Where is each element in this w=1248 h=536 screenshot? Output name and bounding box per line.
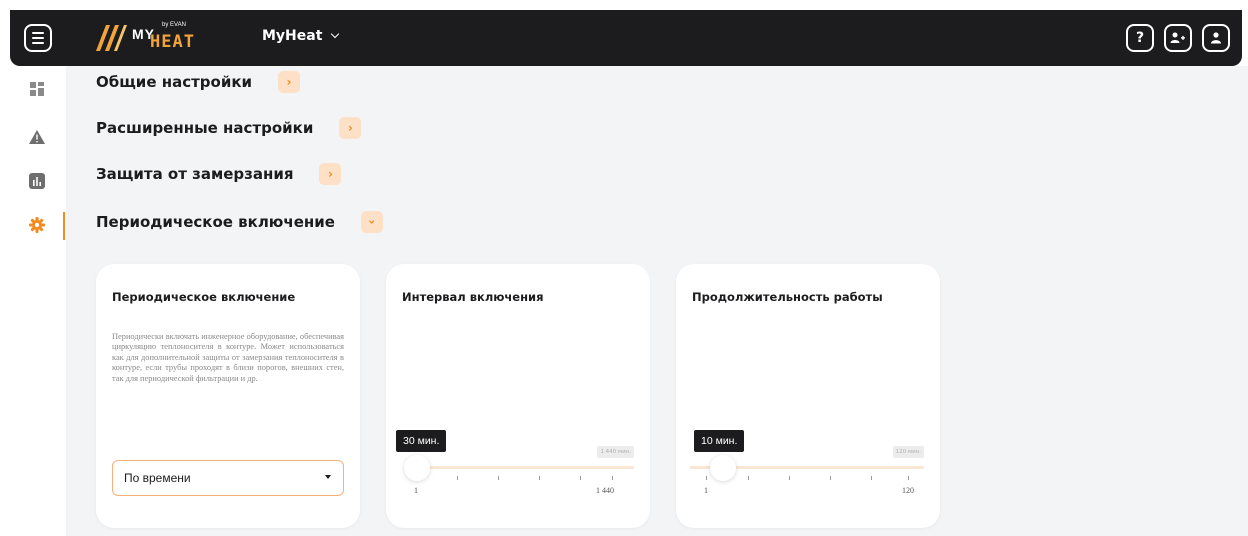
slider-max-label: 120: [902, 486, 914, 495]
duration-card: Продолжительность работы 10 мин. 120 мин…: [676, 264, 940, 528]
slider-track[interactable]: [404, 466, 634, 469]
slider-tick: [789, 476, 790, 480]
chevron-down-icon: [331, 29, 340, 39]
slider-max-chip: 1 440 мин.: [597, 446, 634, 458]
sidebar: [10, 66, 66, 536]
alert-icon: [29, 130, 45, 144]
chevron-right-icon[interactable]: ›: [319, 163, 342, 185]
mode-select-value: По времени: [124, 471, 191, 485]
slider-value-tooltip: 30 мин.: [396, 430, 447, 452]
section-title: Периодическое включение: [96, 213, 335, 231]
section-periodic[interactable]: Периодическое включение ›: [96, 211, 383, 233]
sidebar-active-indicator: [63, 212, 65, 240]
user-icon[interactable]: [1202, 24, 1230, 52]
slider-max-label: 1 440: [596, 486, 614, 495]
add-user-glyph: [1170, 32, 1185, 43]
dashboard-icon: [30, 82, 44, 96]
logo-heat: HEAT: [150, 32, 195, 52]
sidebar-item-dashboard[interactable]: [26, 78, 48, 100]
menu-icon[interactable]: [24, 24, 52, 52]
logo-flame-icon: [96, 25, 127, 51]
slider-tick: [612, 476, 613, 480]
help-icon[interactable]: ?: [1126, 24, 1154, 52]
slider-tick: [871, 476, 872, 480]
slider-tick: [498, 476, 499, 480]
slider-min-label: 1: [704, 486, 708, 495]
section-title: Расширенные настройки: [96, 119, 314, 137]
sidebar-item-alerts[interactable]: [26, 126, 48, 148]
chevron-down-icon[interactable]: ›: [360, 211, 383, 233]
slider-value-tooltip: 10 мин.: [694, 430, 745, 452]
slider-tick: [457, 476, 458, 480]
user-glyph: [1211, 32, 1221, 44]
mode-select[interactable]: По времени: [112, 460, 344, 496]
slider-thumb[interactable]: [404, 455, 430, 481]
caret-down-icon: [325, 475, 331, 479]
card-title: Интервал включения: [402, 290, 544, 304]
section-advanced[interactable]: Расширенные настройки ›: [96, 117, 362, 139]
slider-max-chip: 120 мин.: [892, 446, 924, 458]
slider-tick: [580, 476, 581, 480]
stats-icon: [29, 173, 45, 189]
myheat-logo[interactable]: MY by EVAN HEAT: [92, 22, 202, 54]
chevron-right-icon[interactable]: ›: [339, 117, 362, 139]
section-freeze-protection[interactable]: Защита от замерзания ›: [96, 163, 342, 185]
interval-card: Интервал включения 30 мин. 1 440 мин. 1 …: [386, 264, 650, 528]
top-bar: MY by EVAN HEAT MyHeat ?: [10, 10, 1242, 66]
sidebar-item-settings[interactable]: [26, 214, 48, 236]
card-title: Периодическое включение: [112, 290, 296, 304]
slider-thumb[interactable]: [710, 455, 736, 481]
slider-tick: [830, 476, 831, 480]
slider-tick: [748, 476, 749, 480]
card-description: Периодически включать инженерное оборудо…: [112, 332, 344, 383]
section-title: Общие настройки: [96, 73, 253, 91]
chevron-right-icon[interactable]: ›: [278, 71, 301, 93]
logo-brand: by EVAN: [162, 22, 186, 28]
section-title: Защита от замерзания: [96, 165, 294, 183]
settings-icon: [29, 217, 45, 233]
card-title: Продолжительность работы: [692, 290, 883, 304]
section-general[interactable]: Общие настройки ›: [96, 71, 301, 93]
app-selector[interactable]: MyHeat: [262, 28, 340, 44]
sidebar-item-stats[interactable]: [26, 170, 48, 192]
app-selector-label: MyHeat: [262, 28, 323, 44]
help-label: ?: [1135, 30, 1145, 46]
slider-min-label: 1: [414, 486, 418, 495]
slider-tick: [908, 476, 909, 480]
add-user-icon[interactable]: [1164, 24, 1192, 52]
periodic-card: Периодическое включение Периодически вкл…: [96, 264, 360, 528]
slider-tick: [706, 476, 707, 480]
slider-tick: [539, 476, 540, 480]
